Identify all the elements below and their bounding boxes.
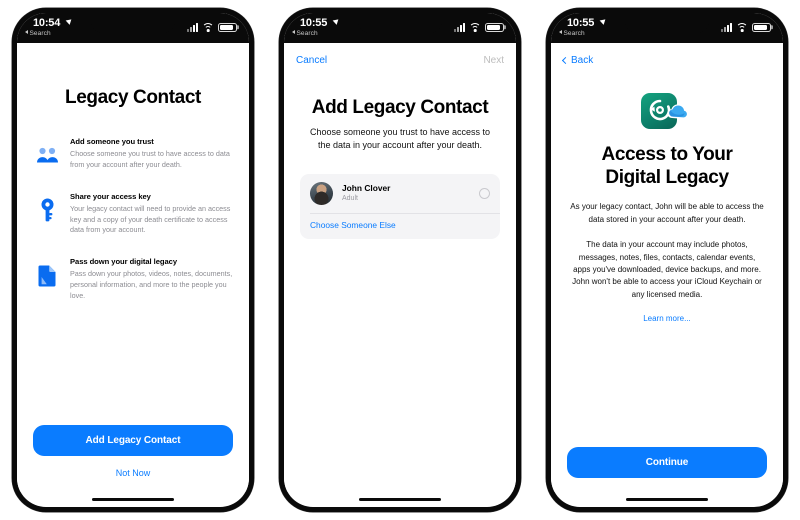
- status-back-link[interactable]: Search: [292, 30, 318, 37]
- back-button-label: Back: [571, 54, 594, 66]
- next-button[interactable]: Next: [483, 55, 504, 66]
- notch: [625, 13, 709, 33]
- phone-3-access-digital-legacy: 10:55 Search Back Access to Your Digital…: [546, 8, 788, 512]
- feature-description: Your legacy contact will need to provide…: [70, 203, 231, 235]
- page-title: Access to Your Digital Legacy: [567, 143, 767, 189]
- feature-title: Share your access key: [70, 191, 151, 201]
- home-indicator[interactable]: [626, 497, 708, 501]
- screen-2-footer: [300, 478, 500, 492]
- status-back-label: Search: [296, 30, 318, 37]
- paragraph-access-summary: As your legacy contact, John will be abl…: [570, 202, 764, 224]
- wifi-icon: [469, 23, 481, 32]
- battery-icon: [218, 22, 237, 32]
- contact-meta: Adult: [342, 195, 358, 203]
- feature-text: Add someone you trust Choose someone you…: [70, 137, 233, 171]
- home-area-1: [17, 492, 249, 507]
- battery-icon: [485, 22, 504, 32]
- feature-item-add-someone: Add someone you trust Choose someone you…: [35, 137, 233, 171]
- location-arrow-icon: [599, 17, 608, 25]
- status-indicators: [187, 20, 237, 32]
- location-arrow-icon: [332, 17, 341, 25]
- page-title: Add Legacy Contact: [311, 97, 489, 118]
- status-bar-1: 10:54 Search: [17, 13, 249, 43]
- status-bar-3: 10:55 Search: [551, 13, 783, 43]
- screen-2: 10:55 Search Cancel Next Add Legacy Cont…: [284, 13, 516, 507]
- back-caret-icon: [559, 30, 562, 34]
- phone-1-legacy-contact-intro: 10:54 Search Legacy Contact Add someone …: [12, 8, 254, 512]
- battery-icon: [752, 22, 771, 32]
- radio-unselected-icon[interactable]: [479, 187, 490, 199]
- add-legacy-contact-button[interactable]: Add Legacy Contact: [33, 424, 233, 456]
- home-indicator[interactable]: [359, 497, 441, 501]
- status-time: 10:55: [300, 17, 328, 29]
- feature-title: Add someone you trust: [70, 137, 154, 146]
- status-bar-2: 10:55 Search: [284, 13, 516, 43]
- status-indicators: [721, 20, 771, 32]
- screen-3-body: Back Access to Your Digital Legacy As yo…: [551, 43, 783, 492]
- learn-more-link[interactable]: Learn more...: [567, 314, 767, 323]
- document-icon: [35, 262, 59, 288]
- screen-1: 10:54 Search Legacy Contact Add someone …: [17, 13, 249, 507]
- screen-1-footer: Add Legacy Contact Not Now: [33, 424, 233, 492]
- wifi-icon: [202, 23, 214, 32]
- home-indicator[interactable]: [92, 497, 174, 501]
- chevron-left-icon: [561, 56, 570, 64]
- status-back-label: Search: [563, 30, 585, 37]
- feature-title: Pass down your digital legacy: [70, 257, 178, 267]
- cellular-signal-icon: [187, 23, 198, 32]
- home-area-2: [284, 492, 516, 507]
- avatar: [310, 181, 333, 205]
- location-arrow-icon: [65, 17, 74, 25]
- navigation-bar: Cancel Next: [296, 43, 504, 77]
- feature-description: Choose someone you trust to have access …: [70, 148, 230, 169]
- back-caret-icon: [25, 30, 28, 34]
- phone-mockups-stage: 10:54 Search Legacy Contact Add someone …: [0, 0, 800, 520]
- continue-button[interactable]: Continue: [567, 446, 767, 478]
- status-back-link[interactable]: Search: [559, 30, 585, 37]
- status-time: 10:54: [33, 17, 61, 29]
- key-icon: [35, 197, 59, 223]
- phone-2-add-legacy-contact: 10:55 Search Cancel Next Add Legacy Cont…: [279, 8, 521, 512]
- digital-legacy-icloud-icon: [641, 91, 693, 133]
- not-now-button[interactable]: Not Now: [33, 468, 233, 478]
- feature-description: Pass down your photos, videos, notes, do…: [70, 269, 233, 301]
- feature-text: Pass down your digital legacy Pass down …: [70, 257, 233, 302]
- screen-1-body: Legacy Contact Add someone you trust Cho…: [17, 43, 249, 492]
- screen-3-footer: Continue: [567, 446, 767, 492]
- paragraph-data-details: The data in your account may include pho…: [572, 240, 762, 299]
- feature-item-access-key: Share your access key Your legacy contac…: [35, 192, 233, 237]
- contact-card: John Clover Adult Choose Someone Else: [300, 173, 500, 240]
- contact-row-john-clover[interactable]: John Clover Adult: [300, 174, 500, 213]
- status-time: 10:55: [567, 17, 595, 29]
- page-title-line-2: Digital Legacy: [605, 167, 729, 189]
- page-subtitle: Choose someone you trust to have access …: [309, 127, 491, 150]
- feature-item-digital-legacy: Pass down your digital legacy Pass down …: [35, 257, 233, 302]
- cancel-button[interactable]: Cancel: [296, 55, 327, 66]
- contact-text: John Clover Adult: [342, 183, 390, 204]
- page-title-line-1: Access to Your: [601, 144, 733, 165]
- page-title: Legacy Contact: [65, 87, 201, 108]
- home-area-3: [551, 492, 783, 507]
- feature-list: Add someone you trust Choose someone you…: [33, 137, 233, 302]
- choose-someone-else-button[interactable]: Choose Someone Else: [300, 213, 500, 239]
- back-button[interactable]: Back: [561, 54, 594, 66]
- feature-text: Share your access key Your legacy contac…: [70, 192, 233, 237]
- notch: [91, 13, 175, 33]
- icloud-cloud-icon: [667, 104, 689, 119]
- navigation-bar: Back: [561, 43, 771, 77]
- wifi-icon: [736, 23, 748, 32]
- screen-2-body: Cancel Next Add Legacy Contact Choose so…: [284, 43, 516, 492]
- cellular-signal-icon: [454, 23, 465, 32]
- contact-name: John Clover: [342, 182, 391, 193]
- cellular-signal-icon: [721, 23, 732, 32]
- status-back-label: Search: [29, 30, 51, 37]
- screen-3: 10:55 Search Back Access to Your Digital…: [551, 13, 783, 507]
- notch: [358, 13, 442, 33]
- two-people-icon: [35, 142, 59, 168]
- back-caret-icon: [292, 30, 295, 34]
- status-back-link[interactable]: Search: [25, 30, 51, 37]
- status-indicators: [454, 20, 504, 32]
